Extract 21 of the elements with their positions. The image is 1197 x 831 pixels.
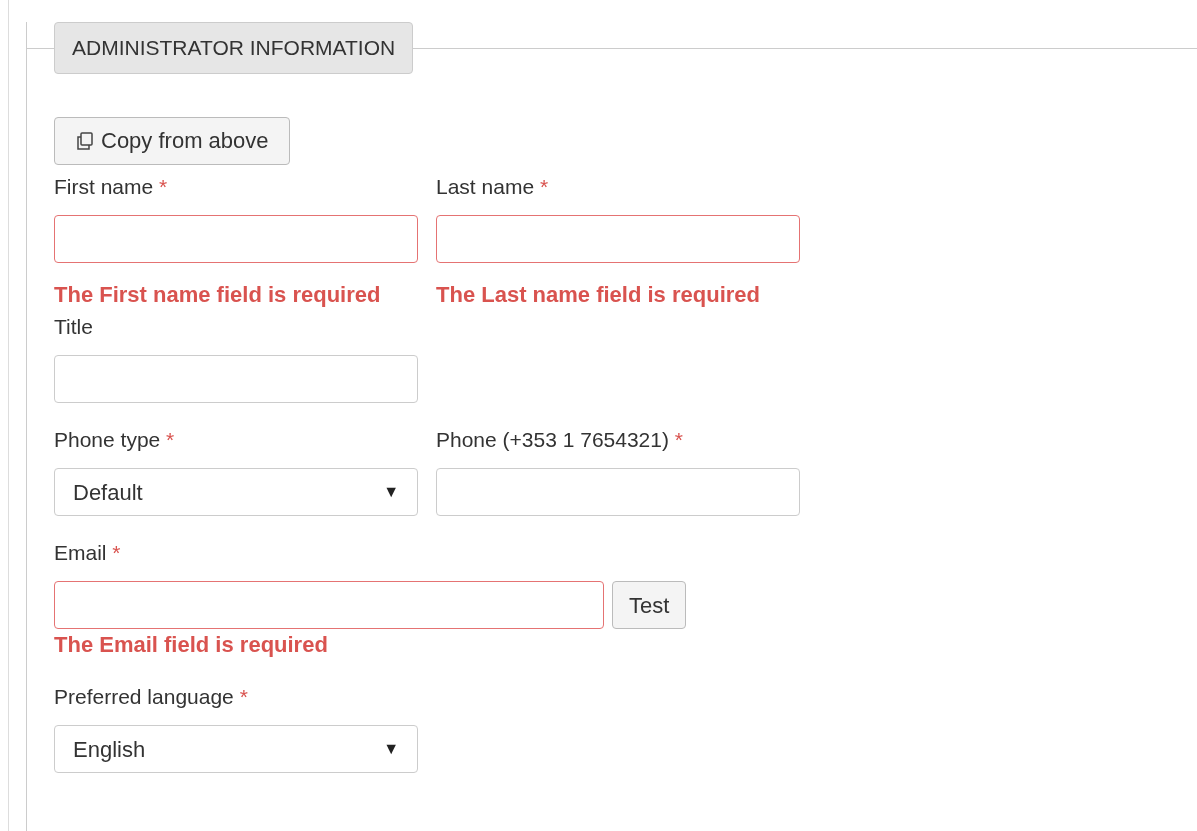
field-label: First name *: [54, 174, 169, 200]
field-label: Title: [54, 314, 94, 340]
error-message: The First name field is required: [54, 281, 382, 309]
input-field[interactable]: [54, 355, 418, 403]
select-field[interactable]: English ▼: [54, 725, 418, 773]
field-label: Preferred language *: [54, 684, 249, 710]
input-field[interactable]: [436, 468, 800, 516]
test-button[interactable]: Test: [612, 581, 687, 629]
field-label: Last name *: [436, 174, 550, 200]
field-label: Phone type *: [54, 427, 176, 453]
error-message: The Email field is required: [54, 631, 329, 659]
email-field[interactable]: [54, 581, 604, 629]
select-field[interactable]: Default ▼: [54, 468, 418, 516]
input-field[interactable]: [54, 215, 418, 263]
input-field[interactable]: [436, 215, 800, 263]
error-message: The Last name field is required: [436, 281, 761, 309]
copy-button[interactable]: Copy from above: [54, 117, 290, 165]
field-label: Email *: [54, 540, 122, 566]
copy-icon: [75, 131, 95, 151]
field-label: Phone (+353 1 7654321) *: [436, 427, 684, 453]
section-legend: ADMINISTRATOR INFORMATION: [54, 22, 414, 74]
